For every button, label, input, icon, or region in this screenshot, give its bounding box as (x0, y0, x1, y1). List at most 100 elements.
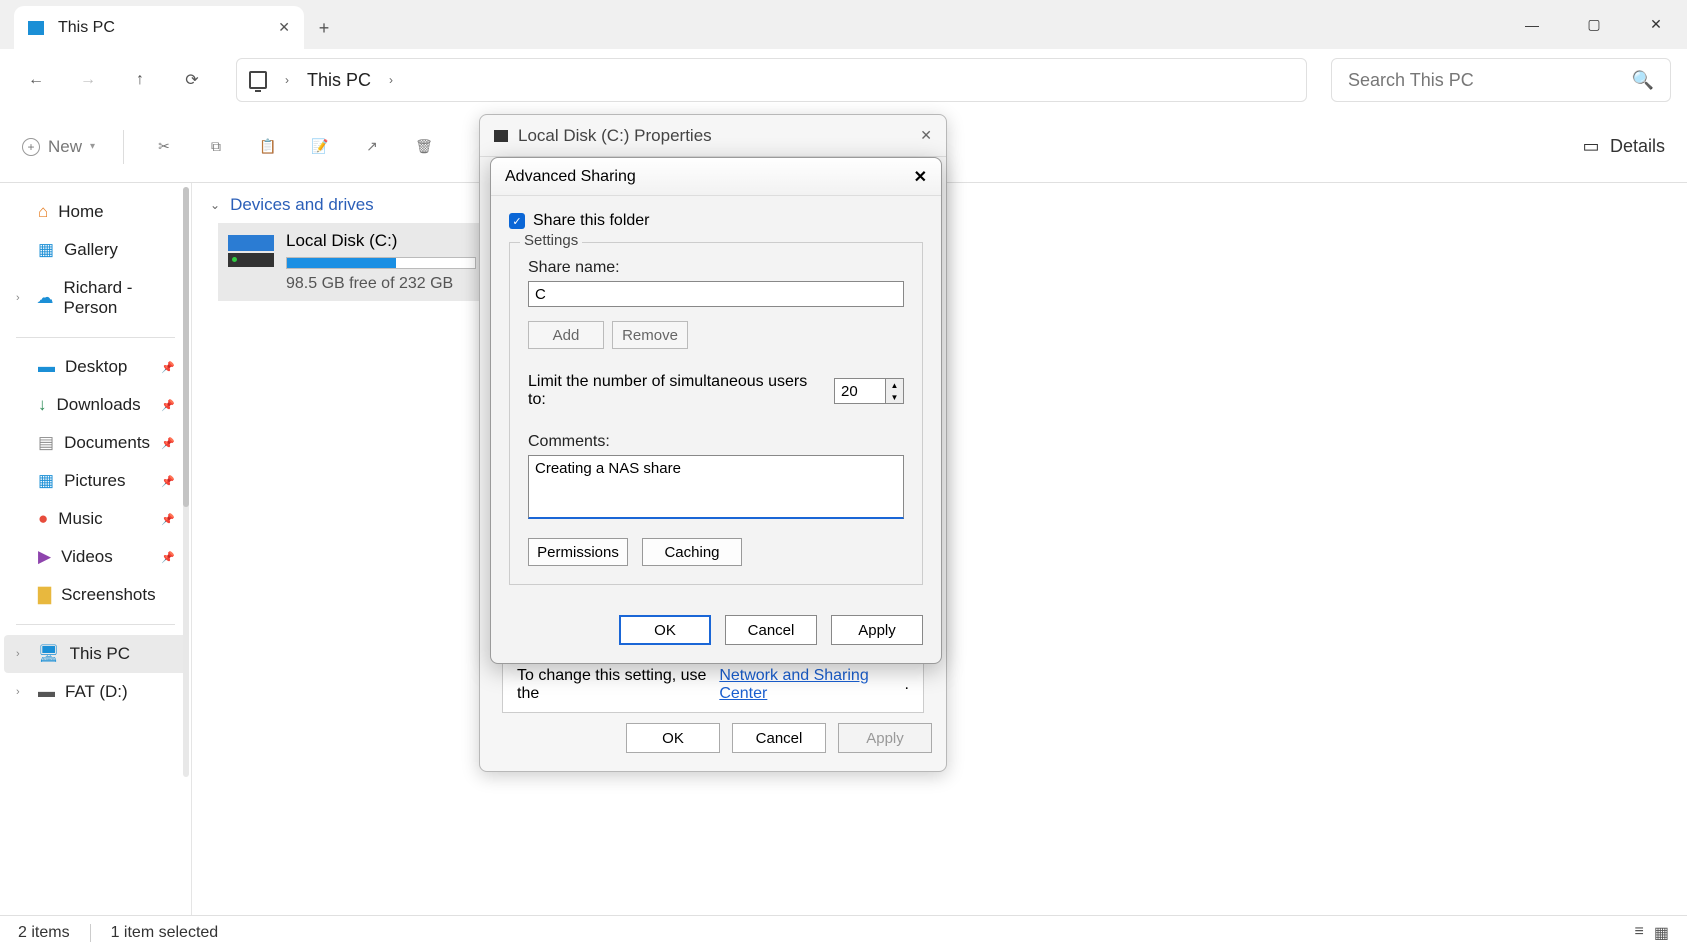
checkbox-checked-icon[interactable]: ✓ (509, 213, 525, 229)
add-button[interactable]: Add (528, 321, 604, 349)
status-selected: 1 item selected (111, 924, 219, 942)
search-input[interactable]: Search This PC 🔍 (1331, 58, 1671, 102)
limit-spinner[interactable]: ▲ ▼ (834, 378, 904, 404)
spinner-down-icon[interactable]: ▼ (886, 391, 903, 403)
close-icon[interactable]: ✕ (920, 127, 932, 144)
up-button[interactable]: ↑ (120, 60, 160, 100)
tab-close-button[interactable]: ✕ (278, 19, 290, 36)
ok-button[interactable]: OK (626, 723, 720, 753)
ok-button[interactable]: OK (619, 615, 711, 645)
pin-icon: 📌 (161, 551, 175, 564)
close-icon[interactable]: ✕ (914, 167, 927, 187)
properties-buttons: OK Cancel Apply (626, 723, 932, 753)
cut-icon[interactable]: ✂ (152, 135, 176, 159)
delete-icon[interactable]: 🗑 (412, 135, 436, 159)
navigation-row: ← → ↑ ⟳ › This PC › Search This PC 🔍 (0, 49, 1687, 111)
limit-input[interactable] (835, 379, 885, 403)
paste-icon[interactable]: 📋 (256, 135, 280, 159)
drive-icon (228, 235, 274, 271)
rename-icon[interactable]: 📝 (308, 135, 332, 159)
window-close-button[interactable]: ✕ (1625, 0, 1687, 49)
toolbar-divider (123, 130, 124, 164)
spinner-up-icon[interactable]: ▲ (886, 379, 903, 391)
view-mode-icons: ≡ ▦ (1635, 923, 1669, 943)
advanced-sharing-footer: OK Cancel Apply (491, 601, 941, 663)
sidebar-item-gallery[interactable]: ▦Gallery (4, 231, 187, 269)
sidebar: ⌂Home ▦Gallery ›☁Richard - Person ▬Deskt… (0, 183, 192, 915)
new-button[interactable]: + New ▾ (22, 137, 95, 157)
sidebar-label: Richard - Person (63, 278, 175, 318)
permissions-button[interactable]: Permissions (528, 538, 628, 566)
sidebar-label: Documents (64, 433, 150, 453)
sidebar-item-profile[interactable]: ›☁Richard - Person (4, 269, 187, 327)
advanced-sharing-titlebar[interactable]: Advanced Sharing ✕ (491, 158, 941, 196)
refresh-button[interactable]: ⟳ (172, 60, 212, 100)
share-name-input[interactable] (528, 281, 904, 307)
back-button[interactable]: ← (16, 60, 56, 100)
tab-title: This PC (58, 19, 264, 37)
share-folder-checkbox-row[interactable]: ✓ Share this folder (509, 212, 923, 230)
sidebar-label: Gallery (64, 240, 118, 260)
group-header-label: Devices and drives (230, 195, 374, 215)
forward-button[interactable]: → (68, 60, 108, 100)
sidebar-item-downloads[interactable]: ↓Downloads📌 (4, 386, 187, 424)
remove-button[interactable]: Remove (612, 321, 688, 349)
comments-label: Comments: (528, 433, 904, 451)
comments-input[interactable] (528, 455, 904, 519)
network-sharing-center-link[interactable]: Network and Sharing Center (719, 667, 904, 703)
status-items: 2 items (18, 924, 70, 942)
sidebar-label: Videos (61, 547, 113, 567)
hint-prefix: To change this setting, use the (517, 667, 715, 703)
share-folder-label: Share this folder (533, 212, 650, 230)
drive-usage-bar (286, 257, 476, 269)
copy-icon[interactable]: ⧉ (204, 135, 228, 159)
permissions-caching-row: Permissions Caching (528, 538, 904, 566)
drive-usage-fill (287, 258, 396, 268)
chevron-down-icon: ⌄ (210, 198, 220, 212)
spinner-buttons: ▲ ▼ (885, 379, 903, 403)
pin-icon: 📌 (161, 513, 175, 526)
apply-button[interactable]: Apply (838, 723, 932, 753)
details-label: Details (1610, 136, 1665, 157)
grid-view-icon[interactable]: ▦ (1654, 923, 1669, 943)
new-label: New (48, 137, 82, 157)
sidebar-item-screenshots[interactable]: ▇Screenshots (4, 576, 187, 614)
sidebar-label: Pictures (64, 471, 125, 491)
cancel-button[interactable]: Cancel (732, 723, 826, 753)
list-view-icon[interactable]: ≡ (1635, 923, 1644, 943)
share-icon[interactable]: ↗ (360, 135, 384, 159)
details-button[interactable]: ▭ Details (1582, 136, 1665, 157)
scrollbar-thumb[interactable] (183, 187, 189, 507)
sidebar-label: This PC (70, 644, 130, 664)
add-remove-row: Add Remove (528, 321, 904, 349)
properties-title: Local Disk (C:) Properties (518, 126, 712, 146)
search-icon[interactable]: 🔍 (1632, 70, 1654, 91)
tab[interactable]: This PC ✕ (14, 6, 304, 49)
hint-box: To change this setting, use the Network … (502, 657, 924, 713)
sidebar-label: Desktop (65, 357, 127, 377)
sidebar-item-fat-d[interactable]: ›▬FAT (D:) (4, 673, 187, 711)
sidebar-item-documents[interactable]: ▤Documents📌 (4, 424, 187, 462)
address-bar[interactable]: › This PC › (236, 58, 1307, 102)
sidebar-item-music[interactable]: ●Music📌 (4, 500, 187, 538)
new-tab-button[interactable]: + (304, 8, 344, 49)
plus-circle-icon: + (22, 138, 40, 156)
breadcrumb-sep[interactable]: › (389, 73, 393, 87)
apply-button[interactable]: Apply (831, 615, 923, 645)
cancel-button[interactable]: Cancel (725, 615, 817, 645)
minimize-button[interactable]: — (1501, 0, 1563, 49)
limit-label: Limit the number of simultaneous users t… (528, 373, 814, 409)
settings-legend: Settings (520, 232, 582, 249)
sidebar-item-pictures[interactable]: ▦Pictures📌 (4, 462, 187, 500)
maximize-button[interactable]: ▢ (1563, 0, 1625, 49)
properties-titlebar[interactable]: Local Disk (C:) Properties ✕ (480, 115, 946, 157)
caching-button[interactable]: Caching (642, 538, 742, 566)
sidebar-item-home[interactable]: ⌂Home (4, 193, 187, 231)
breadcrumb-location[interactable]: This PC (307, 70, 371, 91)
sidebar-item-this-pc[interactable]: ›🖥This PC (4, 635, 187, 673)
sidebar-item-videos[interactable]: ▶Videos📌 (4, 538, 187, 576)
sidebar-scrollbar[interactable] (183, 187, 189, 777)
details-icon: ▭ (1582, 138, 1600, 156)
drive-small-icon (494, 130, 508, 142)
sidebar-item-desktop[interactable]: ▬Desktop📌 (4, 348, 187, 386)
